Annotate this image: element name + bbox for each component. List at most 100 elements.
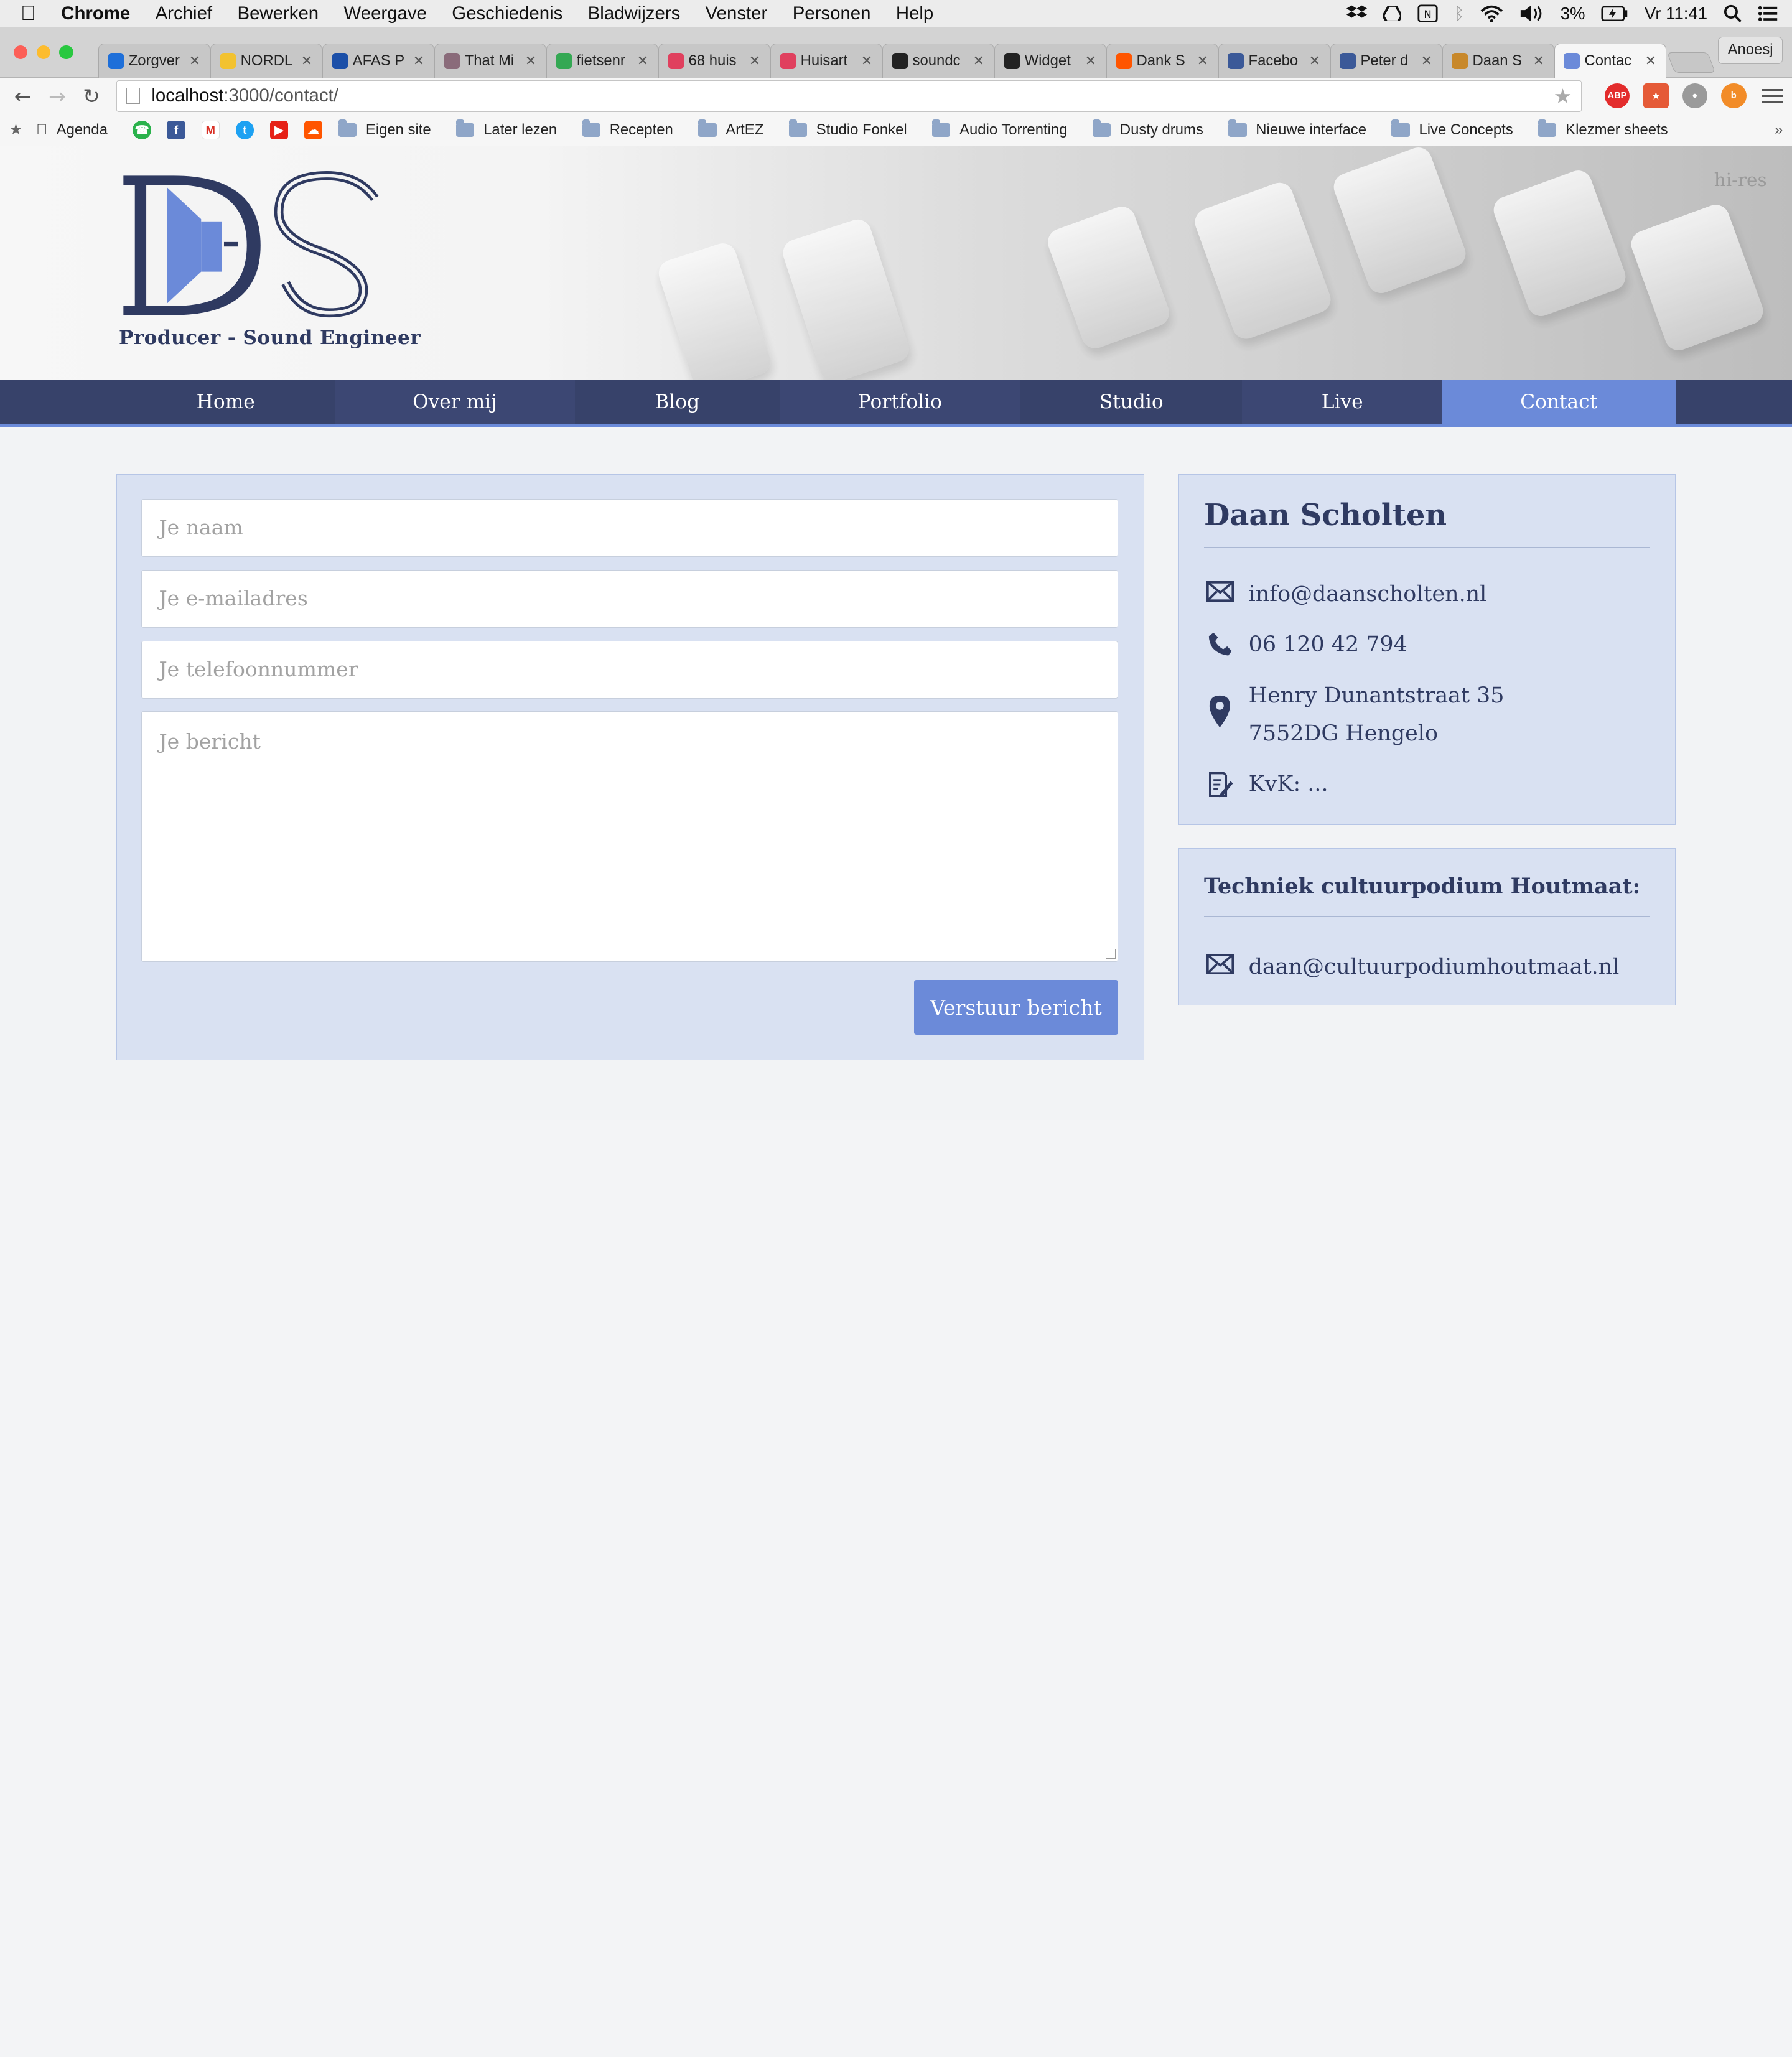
bookmark-folder[interactable]: Eigen site [338,119,431,139]
tab-close-icon[interactable]: ✕ [637,53,648,69]
email-input[interactable]: Je e-mailadres [141,569,1119,628]
reload-icon[interactable]: ↻ [78,84,105,108]
google-drive-icon[interactable] [1383,5,1402,22]
chrome-menu-icon[interactable] [1762,86,1783,106]
tab-close-icon[interactable]: ✕ [189,53,200,69]
zoom-window-button[interactable] [59,45,73,60]
browser-tab[interactable]: Daan S ✕ [1442,43,1554,78]
bookmarks-star-icon[interactable]: ★ [9,121,22,139]
name-input[interactable]: Je naam [141,498,1119,557]
browser-tab[interactable]: fietsenr ✕ [546,43,658,78]
notification-center-icon[interactable] [1758,6,1778,22]
browser-tab[interactable]: Zorgver ✕ [98,43,210,78]
battery-icon[interactable] [1601,6,1628,22]
tab-close-icon[interactable]: ✕ [861,53,872,69]
nav-over-mij[interactable]: Over mij [335,379,575,424]
tab-close-icon[interactable]: ✕ [525,53,536,69]
message-textarea[interactable]: Je bericht [141,711,1119,962]
new-tab-button[interactable] [1667,52,1716,73]
tab-close-icon[interactable]: ✕ [1533,53,1544,69]
address-bar[interactable]: localhost:3000/contact/ ★ [116,80,1582,112]
facebook-icon[interactable]: f [167,121,185,139]
back-arrow-icon[interactable]: ← [9,84,37,108]
forward-arrow-icon[interactable]: → [44,84,71,108]
contact-phone[interactable]: 06 120 42 794 [1249,626,1407,664]
nav-blog[interactable]: Blog [574,379,780,424]
hi-res-link[interactable]: hi-res [1714,169,1767,190]
tab-close-icon[interactable]: ✕ [1309,53,1320,69]
bookmark-folder[interactable]: Recepten [582,119,673,139]
menu-bewerken[interactable]: Bewerken [238,3,319,24]
nav-portfolio[interactable]: Portfolio [779,379,1021,424]
tab-close-icon[interactable]: ✕ [1085,53,1096,69]
resize-handle[interactable] [1106,949,1116,959]
profile-button[interactable]: Anoesj [1717,36,1783,64]
contact-email[interactable]: info@daanscholten.nl [1249,576,1487,613]
menu-help[interactable]: Help [896,3,933,24]
screen-icon[interactable]: N [1417,4,1438,22]
tab-close-icon[interactable]: ✕ [1197,53,1208,69]
bookmark-folder[interactable]: Studio Fonkel [788,119,907,139]
phone-input[interactable]: Je telefoonnummer [141,640,1119,699]
clock[interactable]: Vr 11:41 [1645,4,1707,24]
browser-tab[interactable]: soundc ✕ [882,43,994,78]
bookmark-folder[interactable]: Nieuwe interface [1228,119,1366,139]
bookmark-folder[interactable]: Dusty drums [1092,119,1203,139]
nav-live[interactable]: Live [1242,379,1442,424]
whatsapp-icon[interactable]: ☎ [133,121,151,139]
extension-orange-icon[interactable]: b [1721,83,1747,109]
browser-tab[interactable]: Huisart ✕ [770,43,882,78]
spotlight-search-icon[interactable] [1724,4,1742,22]
twitter-icon[interactable]: t [235,121,254,139]
nav-contact[interactable]: Contact [1442,379,1676,424]
menu-archief[interactable]: Archief [156,3,212,24]
gmail-icon[interactable]: M [201,121,220,139]
minimize-window-button[interactable] [36,45,50,60]
bookmark-star-icon[interactable]: ★ [1554,84,1572,108]
menu-weergave[interactable]: Weergave [344,3,427,24]
browser-tab[interactable]: AFAS P ✕ [322,43,434,78]
browser-tab[interactable]: Widget ✕ [994,43,1106,78]
tab-close-icon[interactable]: ✕ [973,53,984,69]
browser-tab[interactable]: Contac ✕ [1554,43,1666,78]
tab-close-icon[interactable]: ✕ [301,53,312,69]
adblock-plus-icon[interactable]: ABP [1604,83,1630,109]
menu-bladwijzers[interactable]: Bladwijzers [588,3,681,24]
bookmark-agenda[interactable]: Agenda [36,121,108,139]
venue-email[interactable]: daan@cultuurpodiumhoutmaat.nl [1249,948,1620,986]
apple-menu-icon[interactable]:  [21,2,36,26]
menu-geschiedenis[interactable]: Geschiedenis [452,3,562,24]
close-window-button[interactable] [14,45,28,60]
menu-app-name[interactable]: Chrome [61,3,130,24]
tab-close-icon[interactable]: ✕ [413,53,424,69]
dropbox-icon[interactable] [1346,4,1368,22]
nav-home[interactable]: Home [116,379,335,424]
tab-close-icon[interactable]: ✕ [1421,53,1432,69]
browser-tab[interactable]: Facebo ✕ [1218,43,1330,78]
browser-tab[interactable]: Peter d ✕ [1330,43,1442,78]
menu-venster[interactable]: Venster [706,3,768,24]
nav-studio[interactable]: Studio [1020,379,1243,424]
menu-personen[interactable]: Personen [793,3,871,24]
extension-star-icon[interactable]: ★ [1643,83,1669,109]
volume-icon[interactable] [1519,4,1544,22]
browser-tab[interactable]: 68 huis ✕ [658,43,770,78]
bookmark-folder[interactable]: Audio Torrenting [932,119,1067,139]
bookmark-folder[interactable]: Klezmer sheets [1538,119,1668,139]
tab-close-icon[interactable]: ✕ [1645,53,1656,69]
tab-close-icon[interactable]: ✕ [749,53,760,69]
browser-tab[interactable]: NORDL ✕ [210,43,322,78]
extension-gray-icon[interactable]: ● [1682,83,1708,109]
bluetooth-icon[interactable]: ᛒ [1454,4,1465,24]
wifi-icon[interactable] [1480,4,1503,23]
bookmark-folder[interactable]: ArtEZ [698,119,763,139]
soundcloud-icon[interactable]: ☁ [304,121,323,139]
youtube-icon[interactable]: ▶ [269,121,289,139]
browser-tab[interactable]: Dank S ✕ [1106,43,1218,78]
send-message-button[interactable]: Verstuur bericht [913,980,1119,1035]
bookmark-folder[interactable]: Later lezen [456,119,557,139]
bookmarks-overflow[interactable]: » [1775,121,1783,139]
bookmark-folder[interactable]: Live Concepts [1391,119,1513,139]
browser-tab[interactable]: That Mi ✕ [434,43,546,78]
site-logo[interactable] [119,171,388,324]
